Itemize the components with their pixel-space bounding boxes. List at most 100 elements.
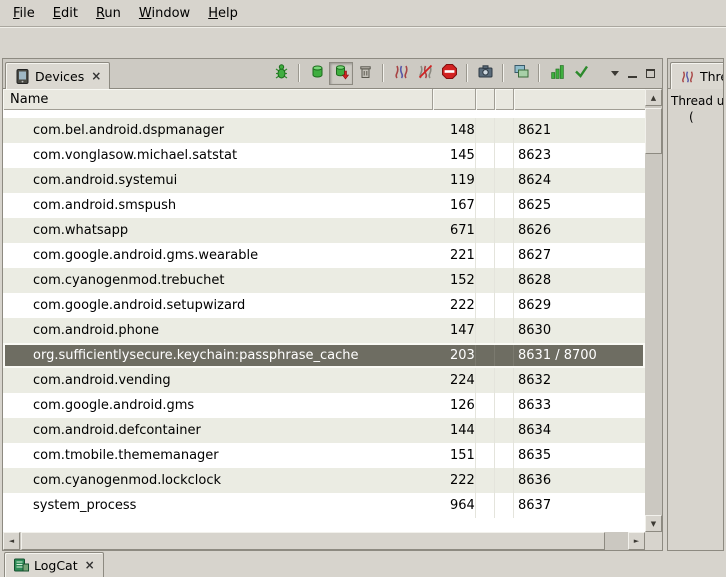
table-row[interactable]: com.google.android.gms126238633 (3, 393, 645, 418)
threads-message-line2: ( (671, 109, 720, 125)
view-menu-icon[interactable] (611, 71, 619, 76)
cell-c1 (476, 168, 495, 193)
cell-name: com.android.systemui (3, 168, 433, 193)
stop-threads-button[interactable] (413, 62, 437, 85)
table-row[interactable]: com.google.android.gms.wearable221858627 (3, 243, 645, 268)
horizontal-scrollbar[interactable]: ◄ ► (3, 532, 645, 550)
cell-port: 8623 (514, 143, 645, 168)
stop-process-icon (441, 63, 458, 84)
screen-capture-button[interactable] (473, 62, 497, 85)
cell-pid: 22185 (433, 243, 476, 268)
scroll-left-arrow[interactable]: ◄ (3, 532, 20, 550)
cell-c1 (476, 293, 495, 318)
update-threads-button[interactable] (389, 62, 413, 85)
minimize-icon[interactable] (628, 69, 637, 78)
cell-c1 (476, 468, 495, 493)
device-table-content: Name com.bel.android.dspmanager14808621c… (3, 89, 645, 532)
cell-pid: 14553 (433, 143, 476, 168)
menu-file[interactable]: File (4, 2, 44, 25)
scroll-up-arrow[interactable]: ▲ (645, 89, 662, 106)
debug-process-button[interactable] (269, 62, 293, 85)
dump-hprof-button[interactable] (329, 62, 353, 85)
tracing-button[interactable] (569, 62, 593, 85)
table-row[interactable]: com.android.smspush16798625 (3, 193, 645, 218)
column-header-name[interactable]: Name (3, 89, 433, 110)
cell-pid: 1195 (433, 168, 476, 193)
ddms-window: FileEditRunWindowHelp Devices × (0, 0, 726, 577)
logcat-icon (13, 557, 29, 573)
close-icon[interactable]: × (83, 558, 95, 572)
hierarchy-view-icon (513, 63, 530, 84)
cell-c2 (495, 268, 514, 293)
table-row[interactable]: com.tmobile.thememanager15128635 (3, 443, 645, 468)
devices-panel: Devices × (2, 58, 663, 551)
menu-edit[interactable]: Edit (44, 2, 87, 25)
column-header-4[interactable] (495, 89, 514, 110)
main-area: Devices × (2, 58, 724, 551)
table-row[interactable]: com.cyanogenmod.trebuchet15288628 (3, 268, 645, 293)
toolbar-separator (466, 64, 468, 82)
menu-help[interactable]: Help (199, 2, 247, 25)
table-row[interactable]: com.android.systemui1195 8624 (3, 168, 645, 193)
method-profiling-button[interactable] (545, 62, 569, 85)
cell-name: com.vonglasow.michael.satstat (3, 143, 433, 168)
table-row[interactable]: com.google.android.setupwizard222508629 (3, 293, 645, 318)
scrollbar-corner (645, 532, 662, 550)
cell-name: com.bel.android.dspmanager (3, 118, 433, 143)
table-row[interactable]: com.vonglasow.michael.satstat14553 8623 (3, 143, 645, 168)
cell-pid: 22440 (433, 368, 476, 393)
cell-c2 (495, 418, 514, 443)
maximize-icon[interactable] (646, 69, 655, 78)
stop-threads-icon (417, 63, 434, 84)
column-header-3[interactable] (476, 89, 495, 110)
tab-threads[interactable]: Threa (670, 62, 724, 89)
cell-port: 8631 / 8700 (514, 343, 645, 368)
cell-name: com.cyanogenmod.trebuchet (3, 268, 433, 293)
cell-port: 8633 (514, 393, 645, 418)
cell-pid: 1679 (433, 193, 476, 218)
table-row[interactable]: com.android.defcontainer144118634 (3, 418, 645, 443)
cell-name: com.android.vending (3, 368, 433, 393)
cause-gc-icon (357, 63, 374, 84)
column-header-port[interactable] (514, 89, 645, 110)
tracing-icon (573, 63, 590, 84)
vertical-scrollbar[interactable]: ▲ ▼ (645, 89, 662, 532)
table-row[interactable]: com.cyanogenmod.lockclock222658636 (3, 468, 645, 493)
horizontal-scroll-thumb[interactable] (21, 532, 605, 550)
cell-port: 8634 (514, 418, 645, 443)
menu-window[interactable]: Window (130, 2, 199, 25)
close-icon[interactable]: × (89, 69, 101, 83)
table-row[interactable]: com.bel.android.dspmanager14808621 (3, 118, 645, 143)
devices-tabs-row: Devices × (3, 59, 662, 89)
cause-gc-button[interactable] (353, 62, 377, 85)
devices-toolbar (269, 58, 597, 88)
table-row[interactable]: system_process9648637 (3, 493, 645, 518)
vertical-scroll-thumb[interactable] (645, 108, 662, 154)
cell-c2 (495, 218, 514, 243)
stop-process-button[interactable] (437, 62, 461, 85)
update-heap-button[interactable] (305, 62, 329, 85)
table-row[interactable]: com.android.phone14718630 (3, 318, 645, 343)
menu-run[interactable]: Run (87, 2, 130, 25)
tab-devices-label: Devices (35, 69, 84, 84)
table-row[interactable]: com.android.vending224408632 (3, 368, 645, 393)
tab-devices[interactable]: Devices × (5, 62, 110, 89)
cell-c2 (495, 193, 514, 218)
column-header-pid[interactable] (433, 89, 476, 110)
toolbar-separator (298, 64, 300, 82)
cell-c1 (476, 143, 495, 168)
hierarchy-view-button[interactable] (509, 62, 533, 85)
scroll-right-arrow[interactable]: ► (628, 532, 645, 550)
tab-logcat[interactable]: LogCat × (4, 552, 104, 577)
toolbar-separator (382, 64, 384, 82)
cell-pid: 14411 (433, 418, 476, 443)
table-header: Name (3, 89, 645, 110)
toolbar-separator (538, 64, 540, 82)
table-row[interactable]: com.whatsapp67168626 (3, 218, 645, 243)
tab-threads-label: Threa (700, 69, 724, 84)
scroll-down-arrow[interactable]: ▼ (645, 515, 662, 532)
cell-name: com.android.phone (3, 318, 433, 343)
table-row[interactable]: org.sufficientlysecure.keychain:passphra… (3, 343, 645, 368)
cell-c1 (476, 193, 495, 218)
cell-port: 8624 (514, 168, 645, 193)
